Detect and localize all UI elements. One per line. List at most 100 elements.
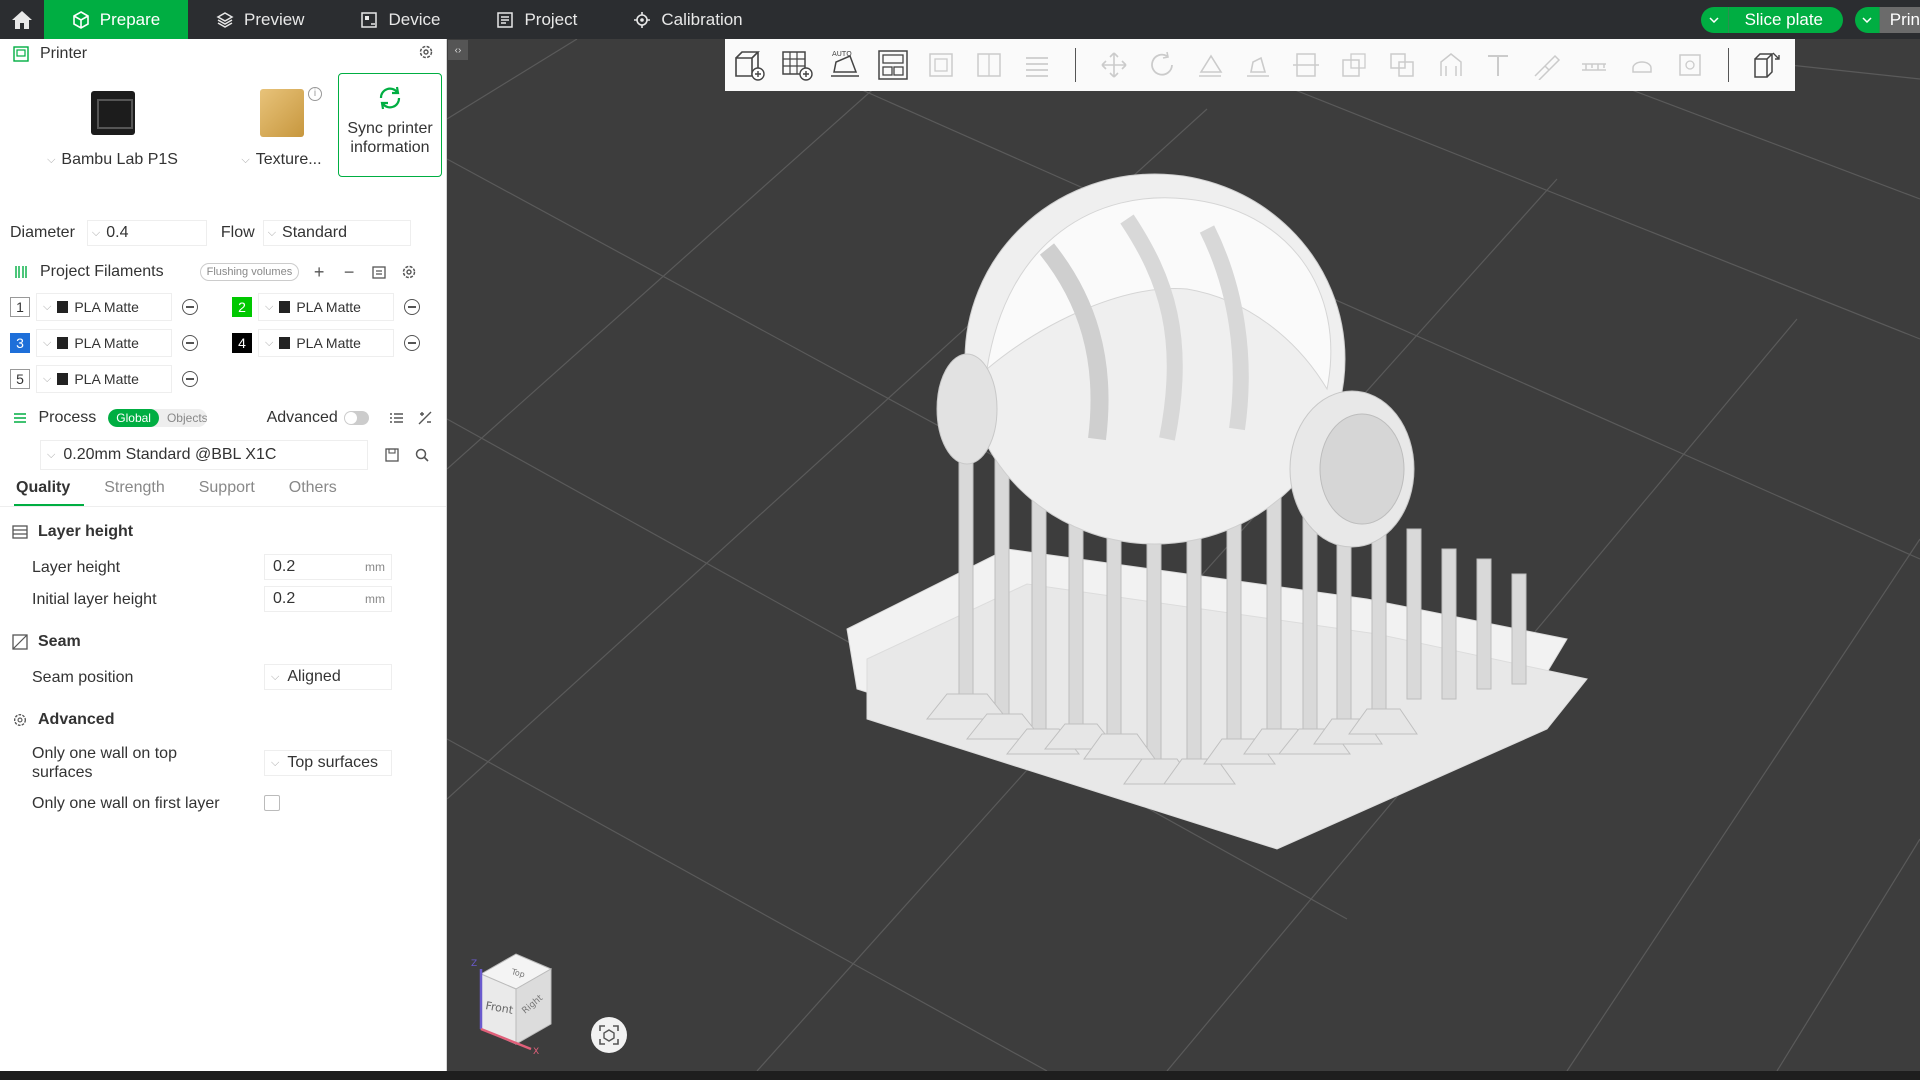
arrange-button[interactable] [875,47,911,83]
sync-filament-icon[interactable] [369,262,389,282]
save-preset-icon[interactable] [382,445,402,465]
remove-filament-icon[interactable] [182,371,198,387]
process-tabs: Quality Strength Support Others [0,473,446,507]
advanced-switch[interactable] [343,411,370,425]
filament-number[interactable]: 2 [232,297,252,317]
filament-number[interactable]: 3 [10,333,30,353]
filament-select[interactable]: ⌵ PLA Matte [36,329,172,357]
home-button[interactable] [0,0,44,39]
filament-select[interactable]: ⌵ PLA Matte [258,293,394,321]
navigation-cube[interactable]: Top Front Right Z X [461,944,561,1057]
rotate-button[interactable] [1144,47,1180,83]
process-preset-select[interactable]: ⌵ 0.20mm Standard @BBL X1C [40,440,368,470]
filament-select[interactable]: ⌵ PLA Matte [36,293,172,321]
tab-label: Preview [244,9,305,29]
printer-select[interactable]: ⌵ Bambu Lab P1S [0,73,225,177]
chevron-down-icon: ⌵ [91,226,101,239]
tab-support[interactable]: Support [197,473,269,506]
split-objects-icon [929,53,953,77]
move-button[interactable] [1096,47,1132,83]
tab-others[interactable]: Others [287,473,351,506]
top-wall-select[interactable]: ⌵ Top surfaces [264,750,392,776]
assembly-button[interactable] [1672,47,1708,83]
filament-name: PLA Matte [296,335,361,351]
auto-rotate-button[interactable] [1192,47,1228,83]
cut-button[interactable] [1288,47,1324,83]
filament-number[interactable]: 5 [10,369,30,389]
list-icon[interactable] [387,408,405,428]
add-filament-icon[interactable]: + [309,262,329,282]
remove-filament-icon[interactable] [404,335,420,351]
flow-label: Flow [220,224,255,241]
seam-group-title: Seam [38,633,81,650]
arrange-icon [878,50,908,80]
lay-on-face-button[interactable] [1240,47,1276,83]
first-layer-wall-checkbox[interactable] [264,795,280,811]
remove-filament-icon[interactable] [182,299,198,315]
flow-select[interactable]: ⌵ Standard [262,220,411,246]
sync-printer-button[interactable]: Sync printer information [338,73,442,177]
auto-orient-button[interactable]: AUTO [827,47,863,83]
diameter-select[interactable]: ⌵ 0.4 [86,220,207,246]
filament-name: PLA Matte [296,299,361,315]
slice-plate-button[interactable]: Slice plate [1729,10,1843,30]
seam-position-select[interactable]: ⌵ Aligned [264,664,392,690]
zoom-fit-button[interactable] [591,1017,627,1053]
sync-icon [379,86,401,110]
3d-viewport[interactable]: AUTO Top Front Right Z X [447,39,1920,1071]
filament-select[interactable]: ⌵ PLA Matte [36,365,172,393]
tab-preview[interactable]: Preview [188,0,332,39]
print-button[interactable]: Prin [1879,6,1920,33]
tab-strength[interactable]: Strength [102,473,178,506]
filament-brand-icon [57,373,69,385]
remove-filament-icon[interactable] [404,299,420,315]
text-button[interactable] [1480,47,1516,83]
split-parts-button[interactable] [971,47,1007,83]
chevron-down-icon: ⌵ [271,670,280,683]
printer-image [90,91,135,135]
filament-number[interactable]: 1 [10,297,30,317]
tab-project[interactable]: Project [468,0,605,39]
layers-button[interactable] [1019,47,1055,83]
search-icon[interactable] [412,445,432,465]
initial-layer-height-row: Initial layer height 0.2 mm [0,583,446,615]
compare-icon[interactable] [416,408,434,428]
global-objects-toggle[interactable]: Global Objects [108,409,207,427]
plate-select[interactable]: i ⌵ Texture... [225,73,338,177]
global-option[interactable]: Global [108,409,159,427]
support-paint-button[interactable] [1432,47,1468,83]
chevron-down-icon: ⌵ [47,448,56,461]
tab-calibration[interactable]: Calibration [605,0,770,39]
measure-button[interactable] [1576,47,1612,83]
color-paint-button[interactable] [1624,47,1660,83]
filament-select[interactable]: ⌵ PLA Matte [258,329,394,357]
objects-option[interactable]: Objects [159,409,207,427]
layer-height-input[interactable]: 0.2 mm [264,554,392,580]
printer-settings-gear-icon[interactable] [418,44,434,65]
collapse-sidebar-button[interactable]: ‹› [448,40,468,60]
tab-quality[interactable]: Quality [14,473,85,506]
split-objects-button[interactable] [923,47,959,83]
filament-list: 1 ⌵ PLA Matte 2 ⌵ PLA Matte 3 ⌵ PLA Matte 4… [0,287,446,393]
top-right-actions: Slice plate Prin [1700,0,1920,39]
add-plate-button[interactable] [779,47,815,83]
add-part-button[interactable] [731,47,767,83]
remove-filament-icon[interactable] [182,335,198,351]
remove-filament-icon[interactable]: − [339,262,359,282]
filament-item: 5 ⌵ PLA Matte [10,365,232,393]
tab-label: Device [388,9,441,29]
explode-view-button[interactable] [1749,47,1785,83]
filament-number[interactable]: 4 [232,333,252,353]
scale-button[interactable] [1336,47,1372,83]
seam-paint-button[interactable] [1528,47,1564,83]
tab-device[interactable]: Device [332,0,468,39]
tab-prepare[interactable]: Prepare [44,0,188,39]
info-icon[interactable]: i [308,87,322,101]
mesh-boolean-button[interactable] [1384,47,1420,83]
print-dropdown-button[interactable] [1855,6,1880,33]
filament-settings-gear-icon[interactable] [399,262,419,282]
initial-layer-height-input[interactable]: 0.2 mm [264,586,392,612]
slice-dropdown-button[interactable] [1701,6,1729,33]
flushing-volumes-button[interactable]: Flushing volumes [199,263,300,281]
advanced-label: Advanced [266,409,338,426]
